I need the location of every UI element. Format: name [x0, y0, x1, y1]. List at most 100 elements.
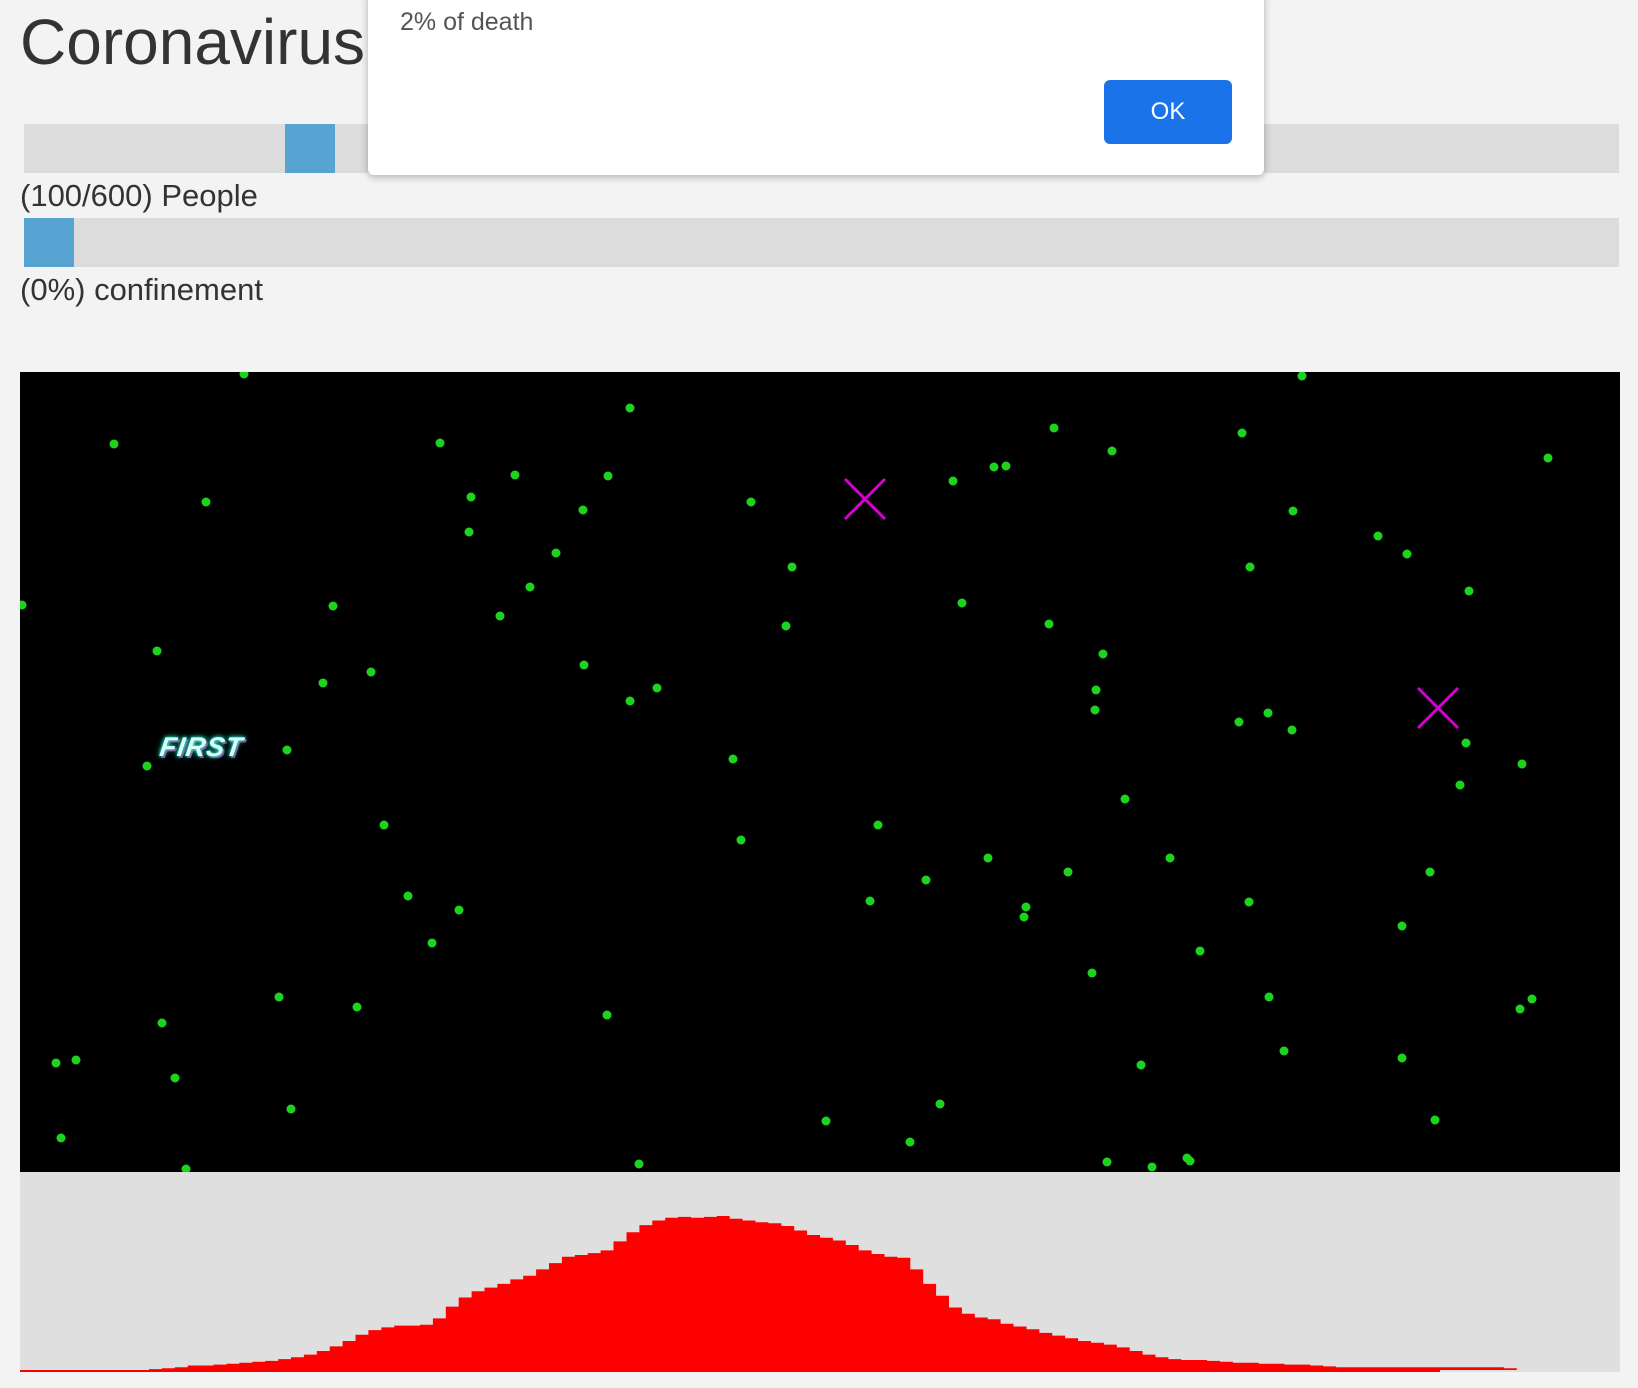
healthy-person-dot [1090, 705, 1100, 715]
healthy-person-dot [403, 891, 413, 901]
infection-curve-chart [20, 1216, 1620, 1372]
healthy-person-dot [170, 1073, 180, 1083]
healthy-person-dot [1464, 586, 1474, 596]
healthy-person-dot [157, 1018, 167, 1028]
healthy-person-dot [1102, 1157, 1112, 1167]
healthy-person-dot [1165, 853, 1175, 863]
infection-curve-area [20, 1216, 1620, 1370]
healthy-person-dot [427, 938, 437, 948]
dead-person-marker [1416, 686, 1460, 730]
healthy-person-dot [51, 1058, 61, 1068]
healthy-person-dot [466, 492, 476, 502]
healthy-person-dot [1185, 1156, 1195, 1166]
healthy-person-dot [989, 462, 999, 472]
healthy-person-dot [1234, 717, 1244, 727]
healthy-person-dot [1087, 968, 1097, 978]
healthy-person-dot [736, 835, 746, 845]
healthy-person-dot [905, 1137, 915, 1147]
simulation-field [20, 372, 1553, 1172]
confinement-slider-thumb[interactable] [24, 218, 74, 267]
healthy-person-dot [318, 678, 328, 688]
infection-graph [20, 1172, 1620, 1372]
healthy-person-dot [1517, 759, 1527, 769]
people-slider-thumb[interactable] [284, 124, 335, 173]
healthy-person-dot [781, 621, 791, 631]
healthy-person-dot [935, 1099, 945, 1109]
healthy-person-dot [1402, 549, 1412, 559]
healthy-person-dot [652, 683, 662, 693]
healthy-person-dot [1264, 992, 1274, 1002]
healthy-person-dot [1019, 912, 1029, 922]
healthy-person-dot [921, 875, 931, 885]
healthy-person-dot [1430, 1115, 1440, 1125]
infection-curve-baseline [20, 1370, 1440, 1372]
healthy-person-dot [464, 527, 474, 537]
healthy-person-dot [1397, 921, 1407, 931]
dead-person-marker [843, 477, 887, 521]
healthy-person-dot [625, 696, 635, 706]
healthy-person-dot [983, 853, 993, 863]
healthy-person-dot [366, 667, 376, 677]
healthy-person-dot [286, 1104, 296, 1114]
healthy-person-dot [435, 438, 445, 448]
healthy-person-dot [1279, 1046, 1289, 1056]
healthy-person-dot [1288, 506, 1298, 516]
healthy-person-dot [20, 600, 27, 610]
healthy-person-dot [1455, 780, 1465, 790]
healthy-person-dot [1244, 897, 1254, 907]
healthy-person-dot [352, 1002, 362, 1012]
healthy-person-dot [957, 598, 967, 608]
healthy-person-dot [510, 470, 520, 480]
healthy-person-dot [728, 754, 738, 764]
healthy-person-dot [603, 471, 613, 481]
healthy-person-dot [1021, 902, 1031, 912]
healthy-person-dot [625, 403, 635, 413]
healthy-person-dot [201, 497, 211, 507]
healthy-person-dot [274, 992, 284, 1002]
healthy-person-dot [1373, 531, 1383, 541]
healthy-person-dot [71, 1055, 81, 1065]
confinement-slider[interactable] [24, 218, 1619, 267]
first-infected-label: FIRST [157, 732, 246, 762]
healthy-person-dot [379, 820, 389, 830]
healthy-person-dot [746, 497, 756, 507]
healthy-person-dot [1527, 994, 1537, 1004]
simulation-canvas [20, 372, 1620, 1172]
confinement-label: (0%) confinement [20, 272, 263, 307]
healthy-person-dot [579, 660, 589, 670]
healthy-person-dot [602, 1010, 612, 1020]
healthy-person-dot [1001, 461, 1011, 471]
healthy-person-dot [1515, 1004, 1525, 1014]
healthy-person-dot [873, 820, 883, 830]
healthy-person-dot [1136, 1060, 1146, 1070]
healthy-person-dot [328, 601, 338, 611]
healthy-person-dot [282, 745, 292, 755]
healthy-person-dot [1237, 428, 1247, 438]
healthy-person-dot [1049, 423, 1059, 433]
healthy-person-dot [152, 646, 162, 656]
healthy-person-dot [239, 372, 249, 379]
healthy-person-dot [787, 562, 797, 572]
alert-dialog: 2% of death OK [368, 0, 1264, 175]
ok-button[interactable]: OK [1104, 80, 1232, 144]
healthy-person-dot [1063, 867, 1073, 877]
healthy-person-dot [821, 1116, 831, 1126]
healthy-person-dot [1245, 562, 1255, 572]
healthy-person-dot [142, 761, 152, 771]
healthy-person-dot [1297, 372, 1307, 381]
healthy-person-dot [1120, 794, 1130, 804]
healthy-person-dot [109, 439, 119, 449]
page-title: Coronavirus [20, 6, 366, 78]
healthy-person-dot [181, 1164, 191, 1172]
healthy-person-dot [948, 476, 958, 486]
healthy-person-dot [634, 1159, 644, 1169]
dialog-message: 2% of death [400, 8, 534, 36]
healthy-person-dot [495, 611, 505, 621]
healthy-person-dot [1098, 649, 1108, 659]
healthy-person-dot [454, 905, 464, 915]
healthy-person-dot [1287, 725, 1297, 735]
healthy-person-dot [1091, 685, 1101, 695]
healthy-person-dot [1543, 453, 1553, 463]
healthy-person-dot [525, 582, 535, 592]
healthy-person-dot [1147, 1162, 1157, 1172]
